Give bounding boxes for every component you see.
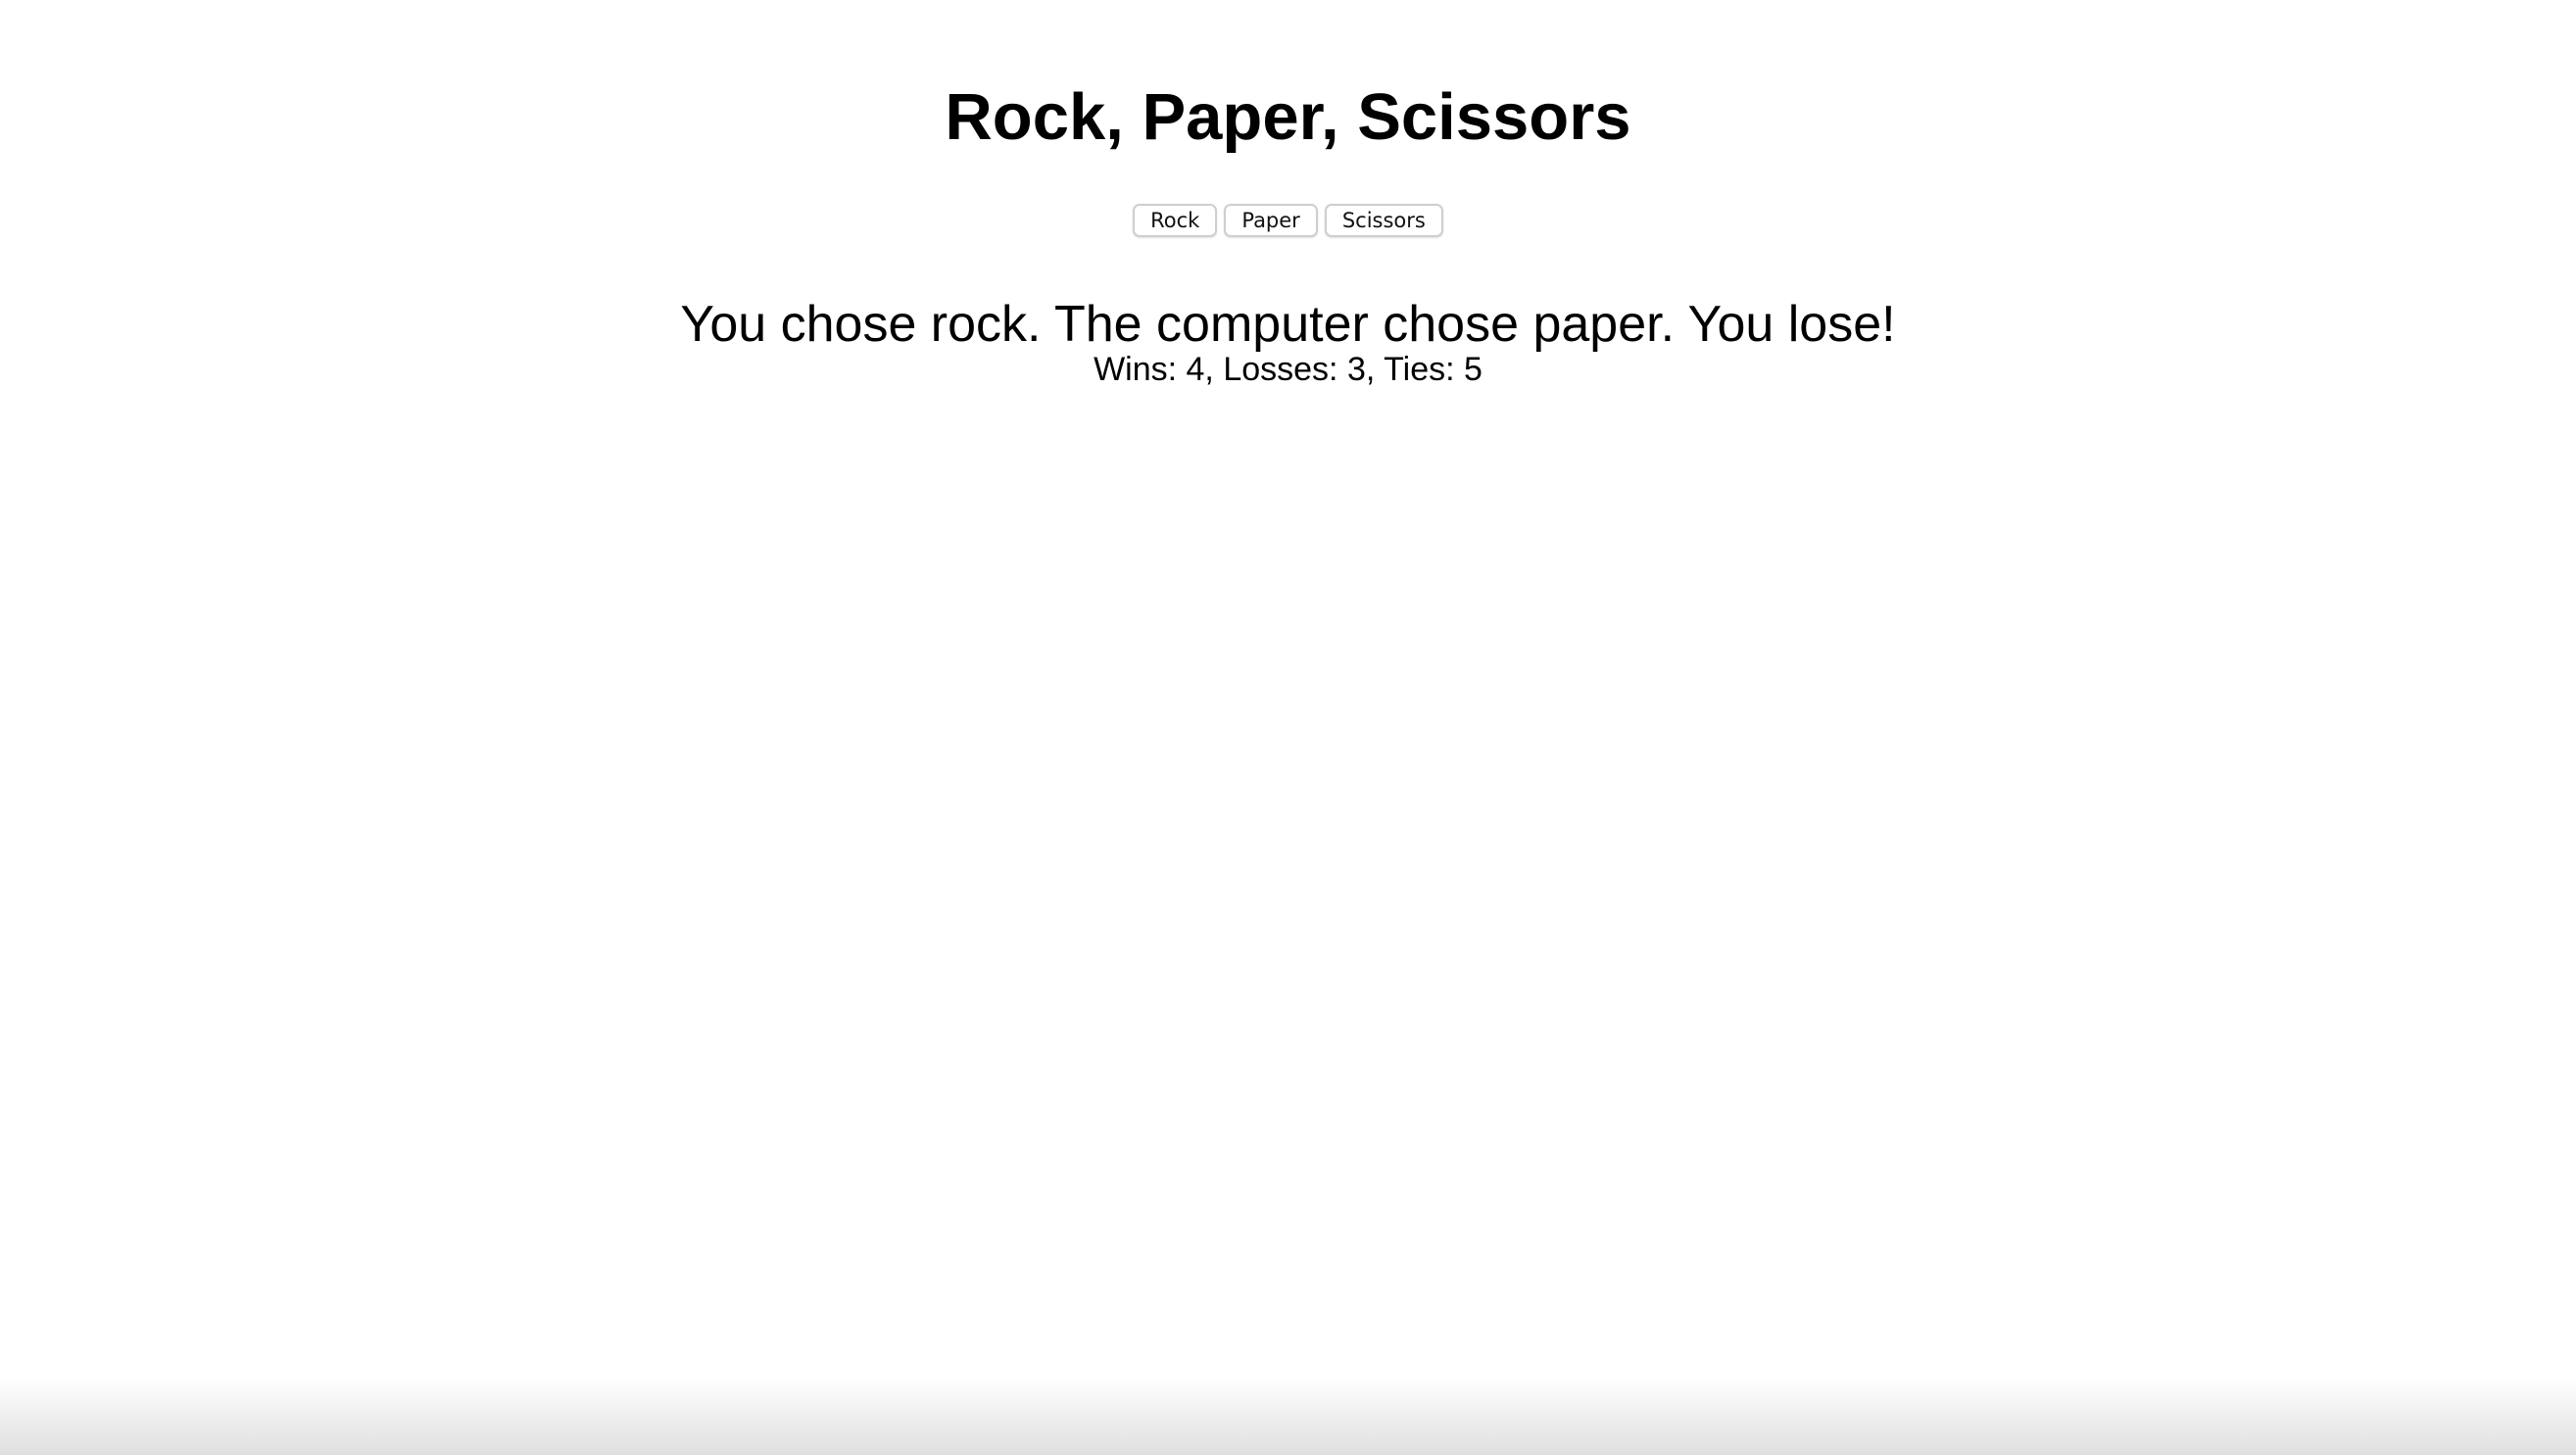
choice-buttons: Rock Paper Scissors bbox=[0, 204, 2576, 237]
page-title: Rock, Paper, Scissors bbox=[945, 80, 1631, 154]
rock-button[interactable]: Rock bbox=[1133, 204, 1218, 237]
result-message: You chose rock. The computer chose paper… bbox=[680, 296, 1896, 353]
game-page: Rock, Paper, Scissors Rock Paper Scissor… bbox=[0, 0, 2576, 1455]
scissors-button[interactable]: Scissors bbox=[1324, 204, 1443, 237]
paper-button[interactable]: Paper bbox=[1224, 204, 1318, 237]
score-summary: Wins: 4, Losses: 3, Ties: 5 bbox=[1094, 351, 1482, 388]
bottom-shadow bbox=[0, 1377, 2576, 1455]
